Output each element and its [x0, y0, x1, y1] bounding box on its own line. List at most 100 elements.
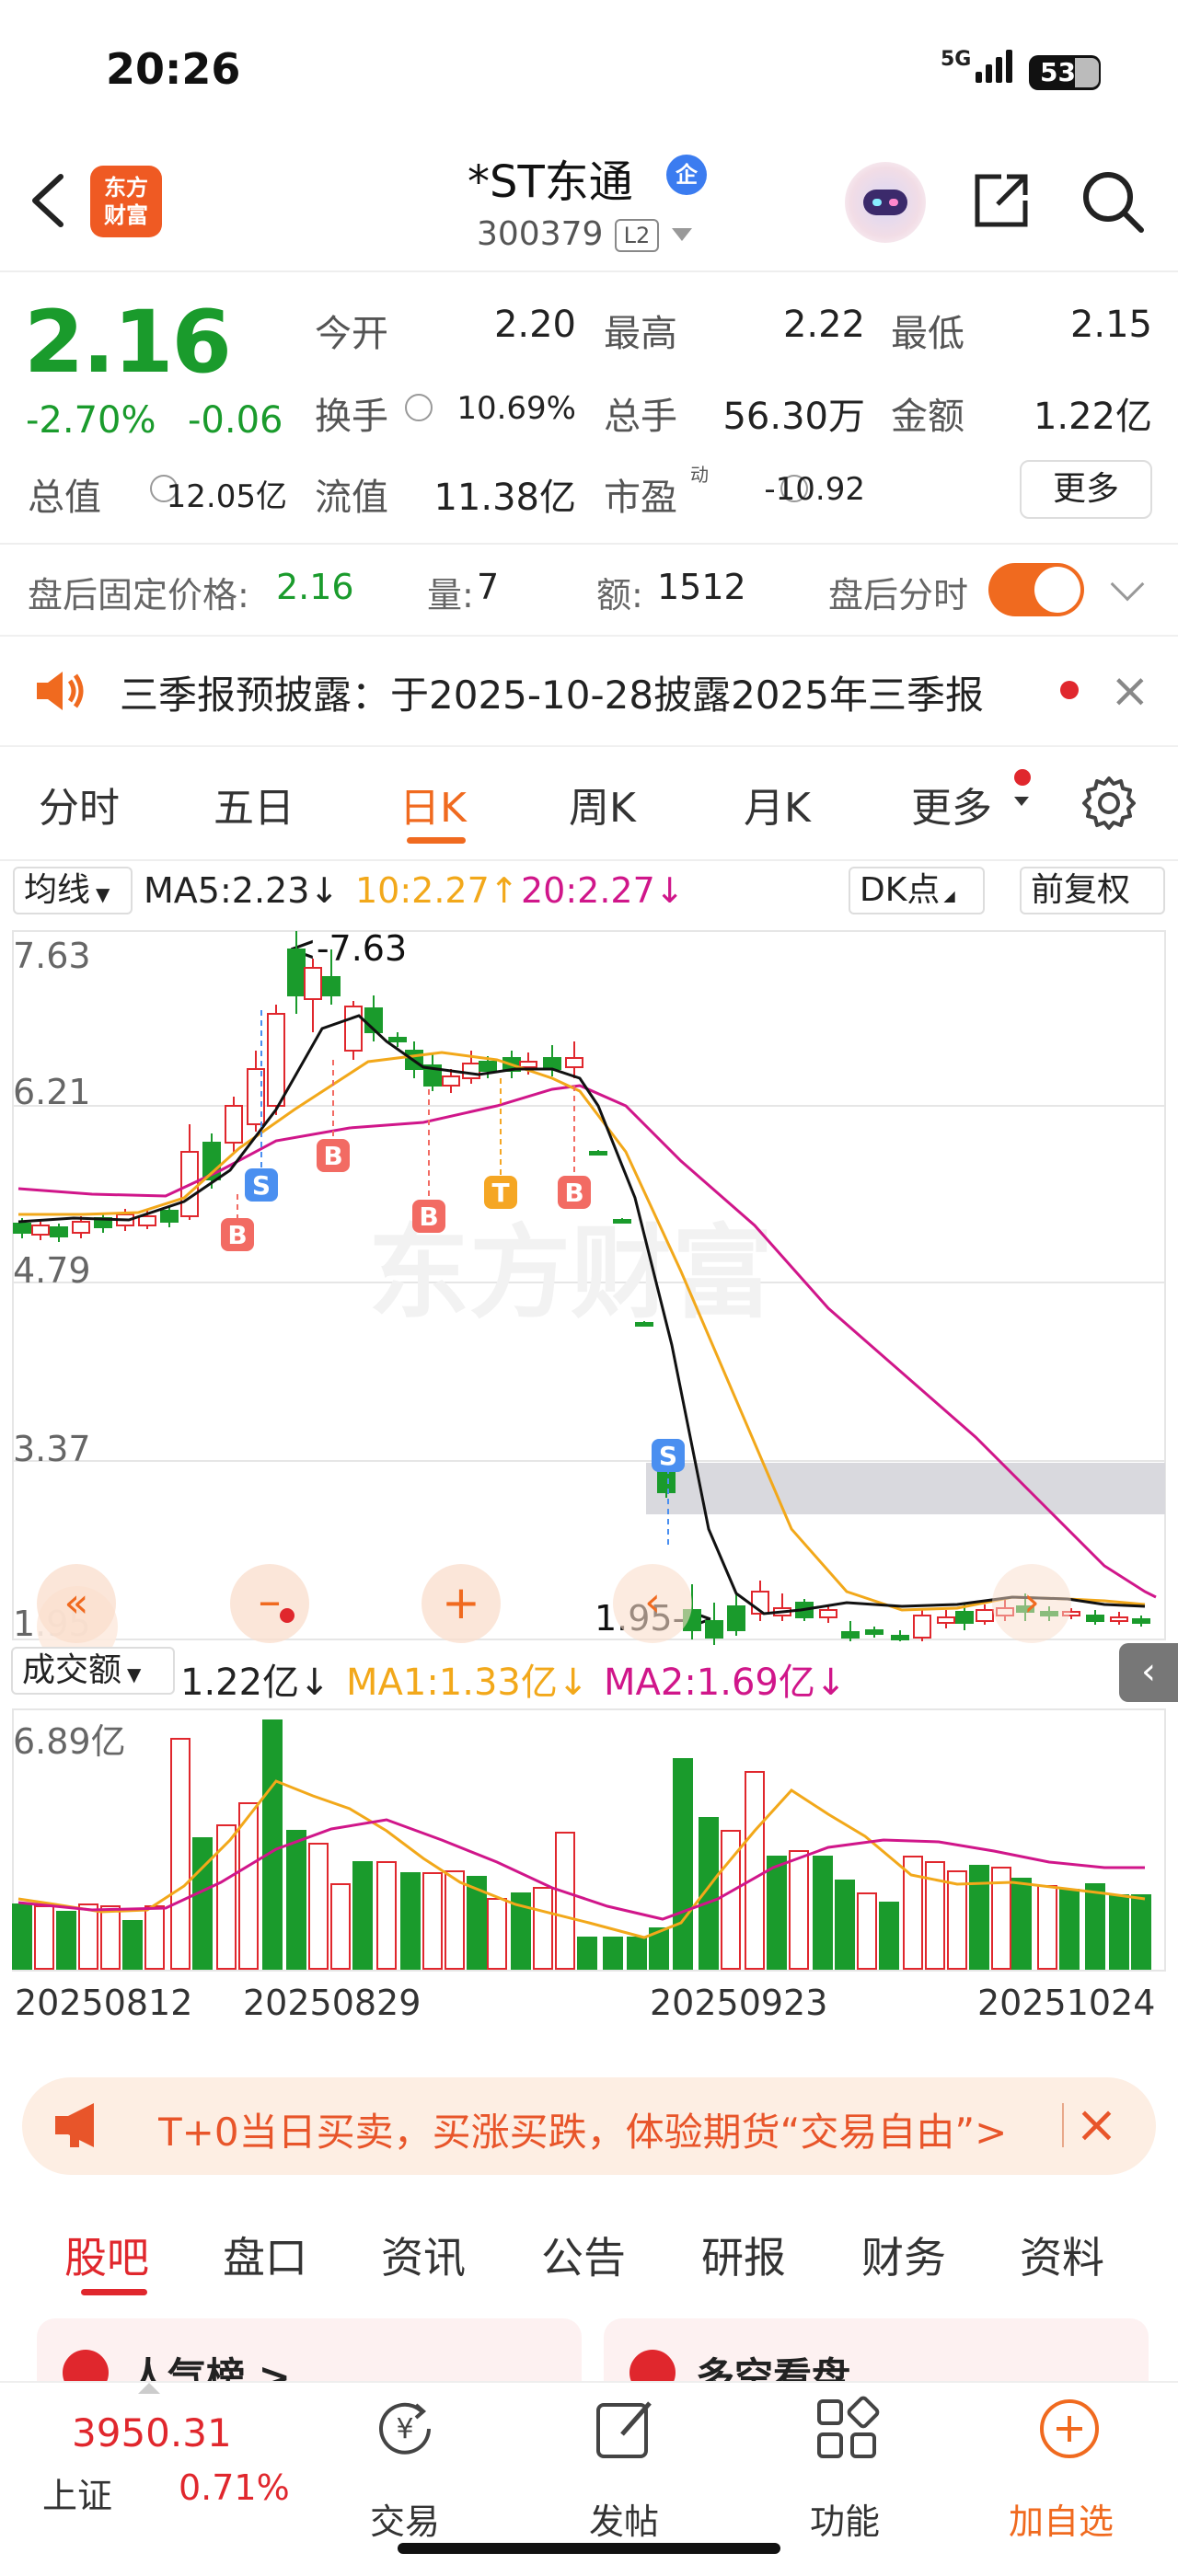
- index-name[interactable]: 上证: [42, 2467, 112, 2518]
- candle: [705, 1620, 723, 1639]
- signal-icon: [976, 50, 1012, 83]
- volume-bar: [308, 1843, 329, 1970]
- ai-assistant-icon[interactable]: [845, 162, 926, 243]
- volume-bar: [1059, 1889, 1080, 1970]
- back-icon[interactable]: [26, 173, 72, 228]
- post-icon[interactable]: [589, 2392, 663, 2466]
- info-icon[interactable]: [405, 394, 433, 421]
- candle: [388, 1037, 407, 1042]
- promo-text[interactable]: T+0当日买卖，买涨买跌，体验期货“交易自由”>: [158, 2101, 1060, 2157]
- zoom-in-icon[interactable]: +: [422, 1564, 501, 1643]
- volume-value: 56.30万: [722, 396, 865, 438]
- tab-underline: [407, 837, 466, 844]
- candlestick-chart[interactable]: 东方财富 7.63 6.21 4.79 3.37 1.95 <-7.63 1.9…: [0, 922, 1178, 1658]
- index-value[interactable]: 3950.31: [72, 2410, 232, 2455]
- candle: [442, 1075, 460, 1087]
- divider: [0, 270, 1178, 272]
- gear-icon[interactable]: [1079, 773, 1139, 834]
- candle: [479, 1061, 497, 1072]
- tab-more[interactable]: 更多: [911, 775, 992, 834]
- volume-bar: [330, 1883, 351, 1970]
- tab-finance[interactable]: 财务: [861, 2225, 946, 2285]
- add-watchlist-icon[interactable]: [1033, 2392, 1106, 2466]
- volume-max-label: 6.89亿: [13, 1721, 126, 1762]
- divider: [0, 543, 1178, 545]
- tab-five-day[interactable]: 五日: [214, 775, 294, 834]
- scroll-right-icon[interactable]: ›: [992, 1564, 1071, 1643]
- nav-add-watchlist[interactable]: 加自选: [1009, 2493, 1114, 2544]
- collapse-panel-icon[interactable]: ‹: [1119, 1643, 1178, 1702]
- tab-research[interactable]: 研报: [701, 2225, 786, 2285]
- close-icon[interactable]: ×: [1110, 667, 1150, 715]
- candle: [31, 1225, 50, 1236]
- change-value: -0.06: [188, 399, 283, 442]
- tab-pankou[interactable]: 盘口: [223, 2225, 307, 2285]
- volume-indicator-selector[interactable]: 成交额 ▼: [11, 1647, 175, 1695]
- trade-marker-label: S: [252, 1170, 271, 1201]
- trade-marker-label: B: [419, 1202, 438, 1232]
- candle: [50, 1226, 68, 1237]
- volume-bar: [262, 1719, 283, 1970]
- tab-daily-k[interactable]: 日K: [399, 775, 467, 834]
- caret-down-icon[interactable]: [672, 228, 692, 241]
- volume-value: 1.22亿↓: [180, 1662, 330, 1704]
- afterhours-amt: 1512: [657, 567, 746, 607]
- mktcap-value: 12.05亿: [166, 478, 287, 515]
- tab-announcements[interactable]: 公告: [541, 2225, 626, 2285]
- turnover-value: 10.69%: [456, 390, 576, 427]
- tab-weekly-k[interactable]: 周K: [569, 775, 636, 834]
- trade-marker-label: S: [659, 1441, 677, 1471]
- afterhours-toggle[interactable]: [988, 563, 1084, 616]
- index-change[interactable]: 0.71%: [179, 2467, 290, 2508]
- tab-news[interactable]: 资讯: [381, 2225, 466, 2285]
- tab-monthly-k[interactable]: 月K: [744, 775, 811, 834]
- volume-bar: [144, 1905, 165, 1970]
- unread-dot: [1060, 681, 1079, 699]
- nav-trade[interactable]: 交易: [370, 2493, 440, 2544]
- volume-bar: [34, 1905, 54, 1970]
- pe-sup: 动: [690, 464, 709, 486]
- volume-bar: [673, 1758, 693, 1970]
- tab-timeshare[interactable]: 分时: [39, 775, 120, 834]
- candle: [225, 1105, 243, 1144]
- tab-guba[interactable]: 股吧: [64, 2225, 149, 2285]
- notice-text[interactable]: 三季报预披露：于2025-10-28披露2025年三季报: [120, 664, 984, 720]
- dk-point-button[interactable]: DK点 ◢: [849, 867, 985, 914]
- nav-functions[interactable]: 功能: [810, 2493, 880, 2544]
- float-label: 流值: [315, 477, 388, 519]
- afterhours-label: 盘后固定价格:: [28, 575, 249, 615]
- nav-post[interactable]: 发帖: [589, 2493, 659, 2544]
- level-badge[interactable]: L2: [615, 219, 659, 252]
- close-icon[interactable]: ×: [1075, 2099, 1118, 2151]
- chevron-down-icon[interactable]: [1110, 567, 1145, 602]
- candle: [657, 1469, 676, 1493]
- float-value: 11.38亿: [433, 477, 576, 519]
- caret-up-icon: [138, 2383, 160, 2394]
- afterhours-vol: 7: [477, 567, 500, 607]
- candle: [613, 1219, 631, 1224]
- functions-icon[interactable]: [810, 2392, 884, 2466]
- x-date: 20250829: [243, 1983, 421, 2023]
- tab-profile[interactable]: 资料: [1020, 2225, 1104, 2285]
- afterhours-amt-label: 额:: [596, 575, 643, 615]
- volume-bar: [577, 1937, 597, 1970]
- more-button[interactable]: 更多: [1020, 460, 1152, 519]
- volume-bar: [216, 1824, 237, 1970]
- candle: [1086, 1615, 1104, 1622]
- scroll-left-fast-icon[interactable]: «: [37, 1564, 116, 1643]
- volume-bar: [170, 1738, 191, 1970]
- scroll-left-icon[interactable]: ‹: [613, 1564, 692, 1643]
- volume-bar: [813, 1856, 833, 1970]
- search-icon[interactable]: [1075, 164, 1149, 237]
- candle: [937, 1616, 955, 1624]
- indicator-selector[interactable]: 均线 ▼: [13, 867, 133, 914]
- trade-icon[interactable]: ¥: [368, 2392, 442, 2466]
- adjust-button[interactable]: 前复权: [1020, 867, 1165, 914]
- current-price: 2.16: [24, 293, 232, 393]
- volume-bar: [835, 1880, 855, 1970]
- zoom-out-icon[interactable]: –: [230, 1564, 309, 1643]
- volume-bar: [422, 1872, 443, 1970]
- share-icon[interactable]: [964, 164, 1038, 237]
- volume-bar: [555, 1832, 575, 1970]
- volume-bar: [767, 1856, 787, 1970]
